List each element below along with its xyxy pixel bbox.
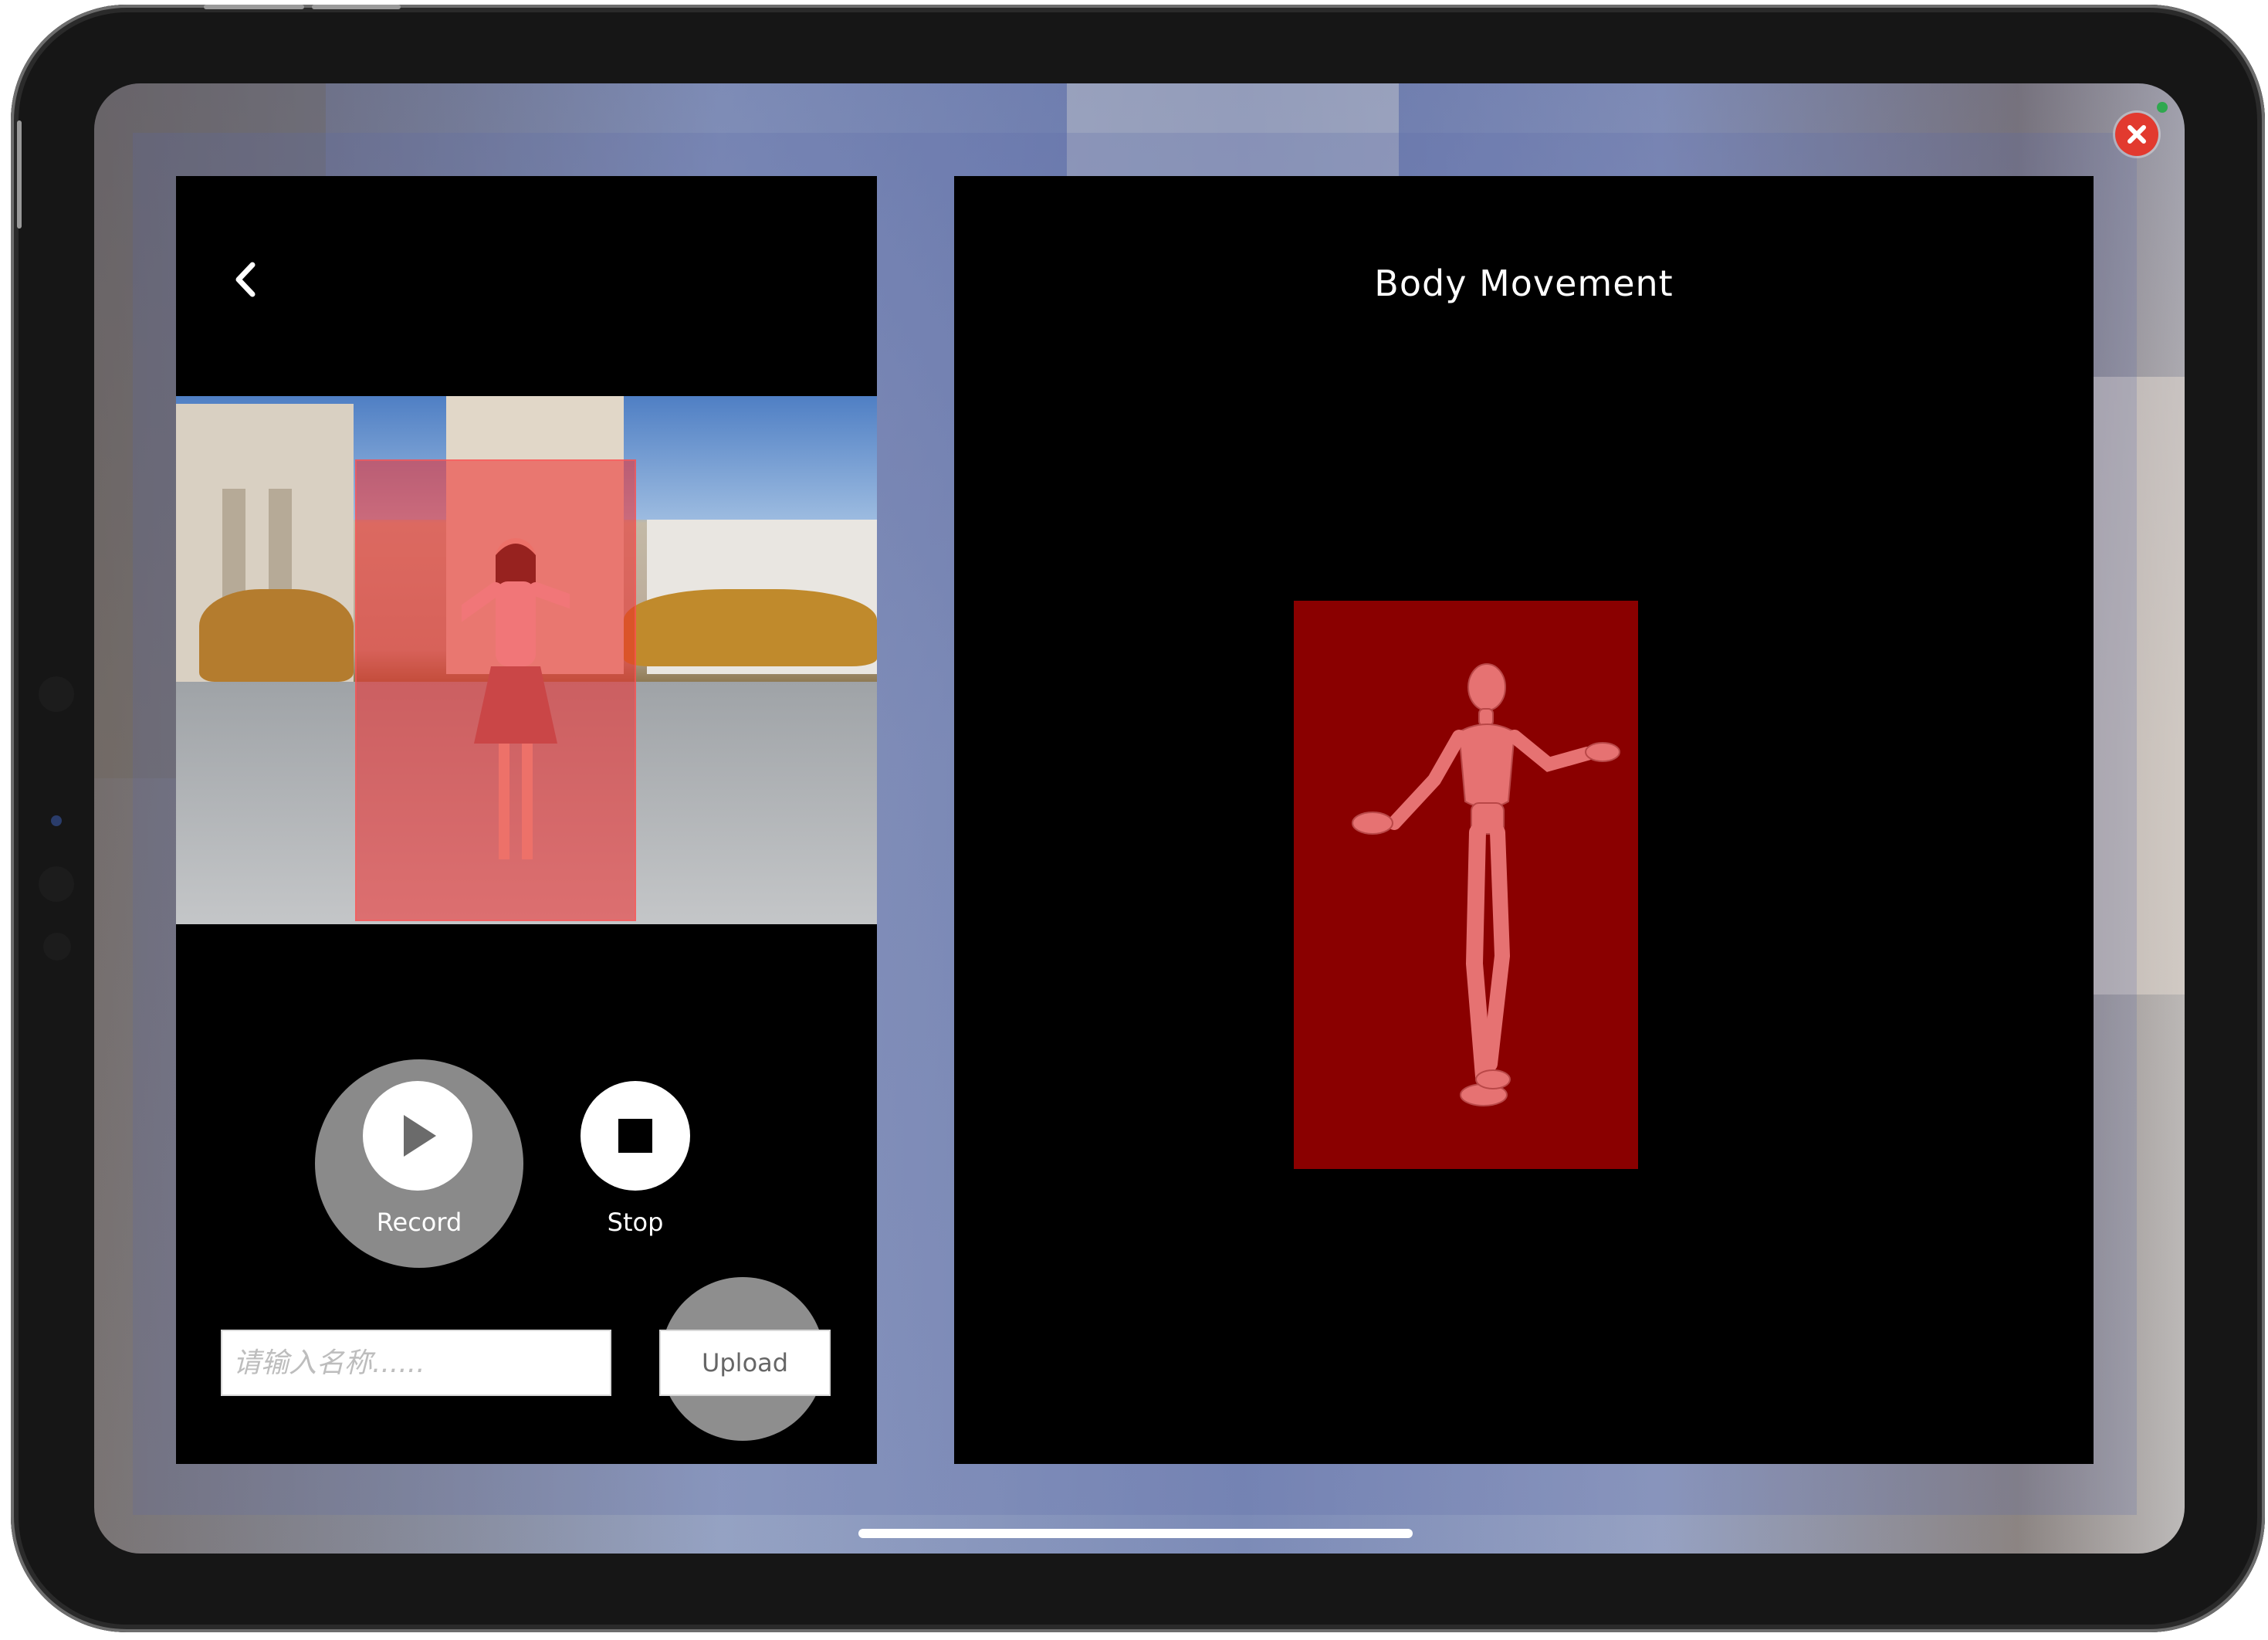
preview-trees xyxy=(624,589,877,666)
upload-button[interactable]: Upload xyxy=(659,1330,831,1396)
camera-sensor xyxy=(39,676,74,712)
status-indicator xyxy=(2157,102,2168,113)
home-indicator[interactable] xyxy=(858,1529,1413,1538)
record-button-circle xyxy=(363,1081,472,1191)
stop-label: Stop xyxy=(607,1208,664,1237)
movement-panel: Body Movement xyxy=(954,176,2094,1464)
stop-icon xyxy=(618,1119,652,1153)
side-hardware-button xyxy=(17,120,22,229)
play-icon xyxy=(404,1115,436,1157)
body-model-viewport xyxy=(1294,601,1638,1169)
mannequin-figure xyxy=(1352,663,1620,1106)
chevron-left-icon xyxy=(235,262,256,297)
person-detection-box xyxy=(355,459,636,921)
record-label: Record xyxy=(376,1208,462,1237)
name-input[interactable] xyxy=(221,1330,611,1396)
panel-title: Body Movement xyxy=(1374,263,1674,304)
close-icon xyxy=(2128,125,2146,144)
top-hardware-button xyxy=(204,5,304,9)
close-button[interactable] xyxy=(2115,113,2158,156)
capture-panel: Record Stop Upload xyxy=(176,176,877,1464)
back-button[interactable] xyxy=(222,256,269,303)
preview-trees xyxy=(199,589,354,682)
camera-preview xyxy=(176,396,877,924)
record-button[interactable]: Record xyxy=(315,1059,523,1268)
camera-sensor xyxy=(39,866,74,902)
camera-lens xyxy=(51,815,62,826)
camera-sensor xyxy=(43,933,71,961)
stop-button[interactable] xyxy=(581,1081,690,1191)
top-hardware-button xyxy=(312,5,401,9)
